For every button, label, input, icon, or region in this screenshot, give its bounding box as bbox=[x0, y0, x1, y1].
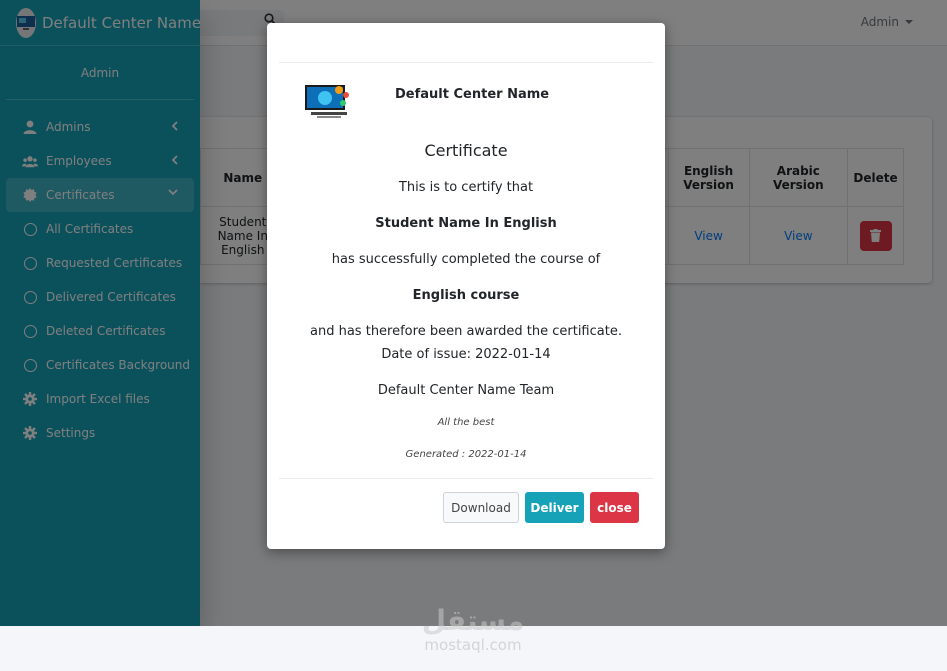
certificate-completed-text: has successfully completed the course of bbox=[331, 252, 601, 267]
certificate-modal: Default Center Name Certificate This is … bbox=[267, 23, 665, 549]
certificate-awarded-text: and has therefore been awarded the certi… bbox=[310, 324, 622, 339]
deliver-button[interactable]: Deliver bbox=[525, 492, 584, 523]
watermark-latin: mostaql.com bbox=[424, 636, 522, 654]
certificate-generated-date: Generated : 2022-01-14 bbox=[405, 449, 527, 460]
center-logo bbox=[305, 85, 349, 118]
certificate-student-name: Student Name In English bbox=[375, 216, 557, 231]
close-button[interactable]: close bbox=[590, 492, 639, 523]
modal-header bbox=[279, 23, 653, 63]
modal-footer bbox=[279, 478, 653, 479]
download-button[interactable]: Download bbox=[443, 492, 519, 523]
certificate-issue-date: Date of issue: 2022-01-14 bbox=[381, 347, 551, 362]
certificate-team: Default Center Name Team bbox=[377, 383, 555, 398]
certificate-intro: This is to certify that bbox=[398, 180, 534, 195]
watermark: مستقل mostaql.com bbox=[414, 604, 532, 655]
certificate-title: Certificate bbox=[424, 141, 508, 160]
certificate-wish: All the best bbox=[437, 417, 495, 428]
certificate-center-name: Default Center Name bbox=[395, 87, 550, 102]
watermark-arabic: مستقل bbox=[421, 604, 525, 637]
certificate-course-name: English course bbox=[412, 288, 520, 303]
